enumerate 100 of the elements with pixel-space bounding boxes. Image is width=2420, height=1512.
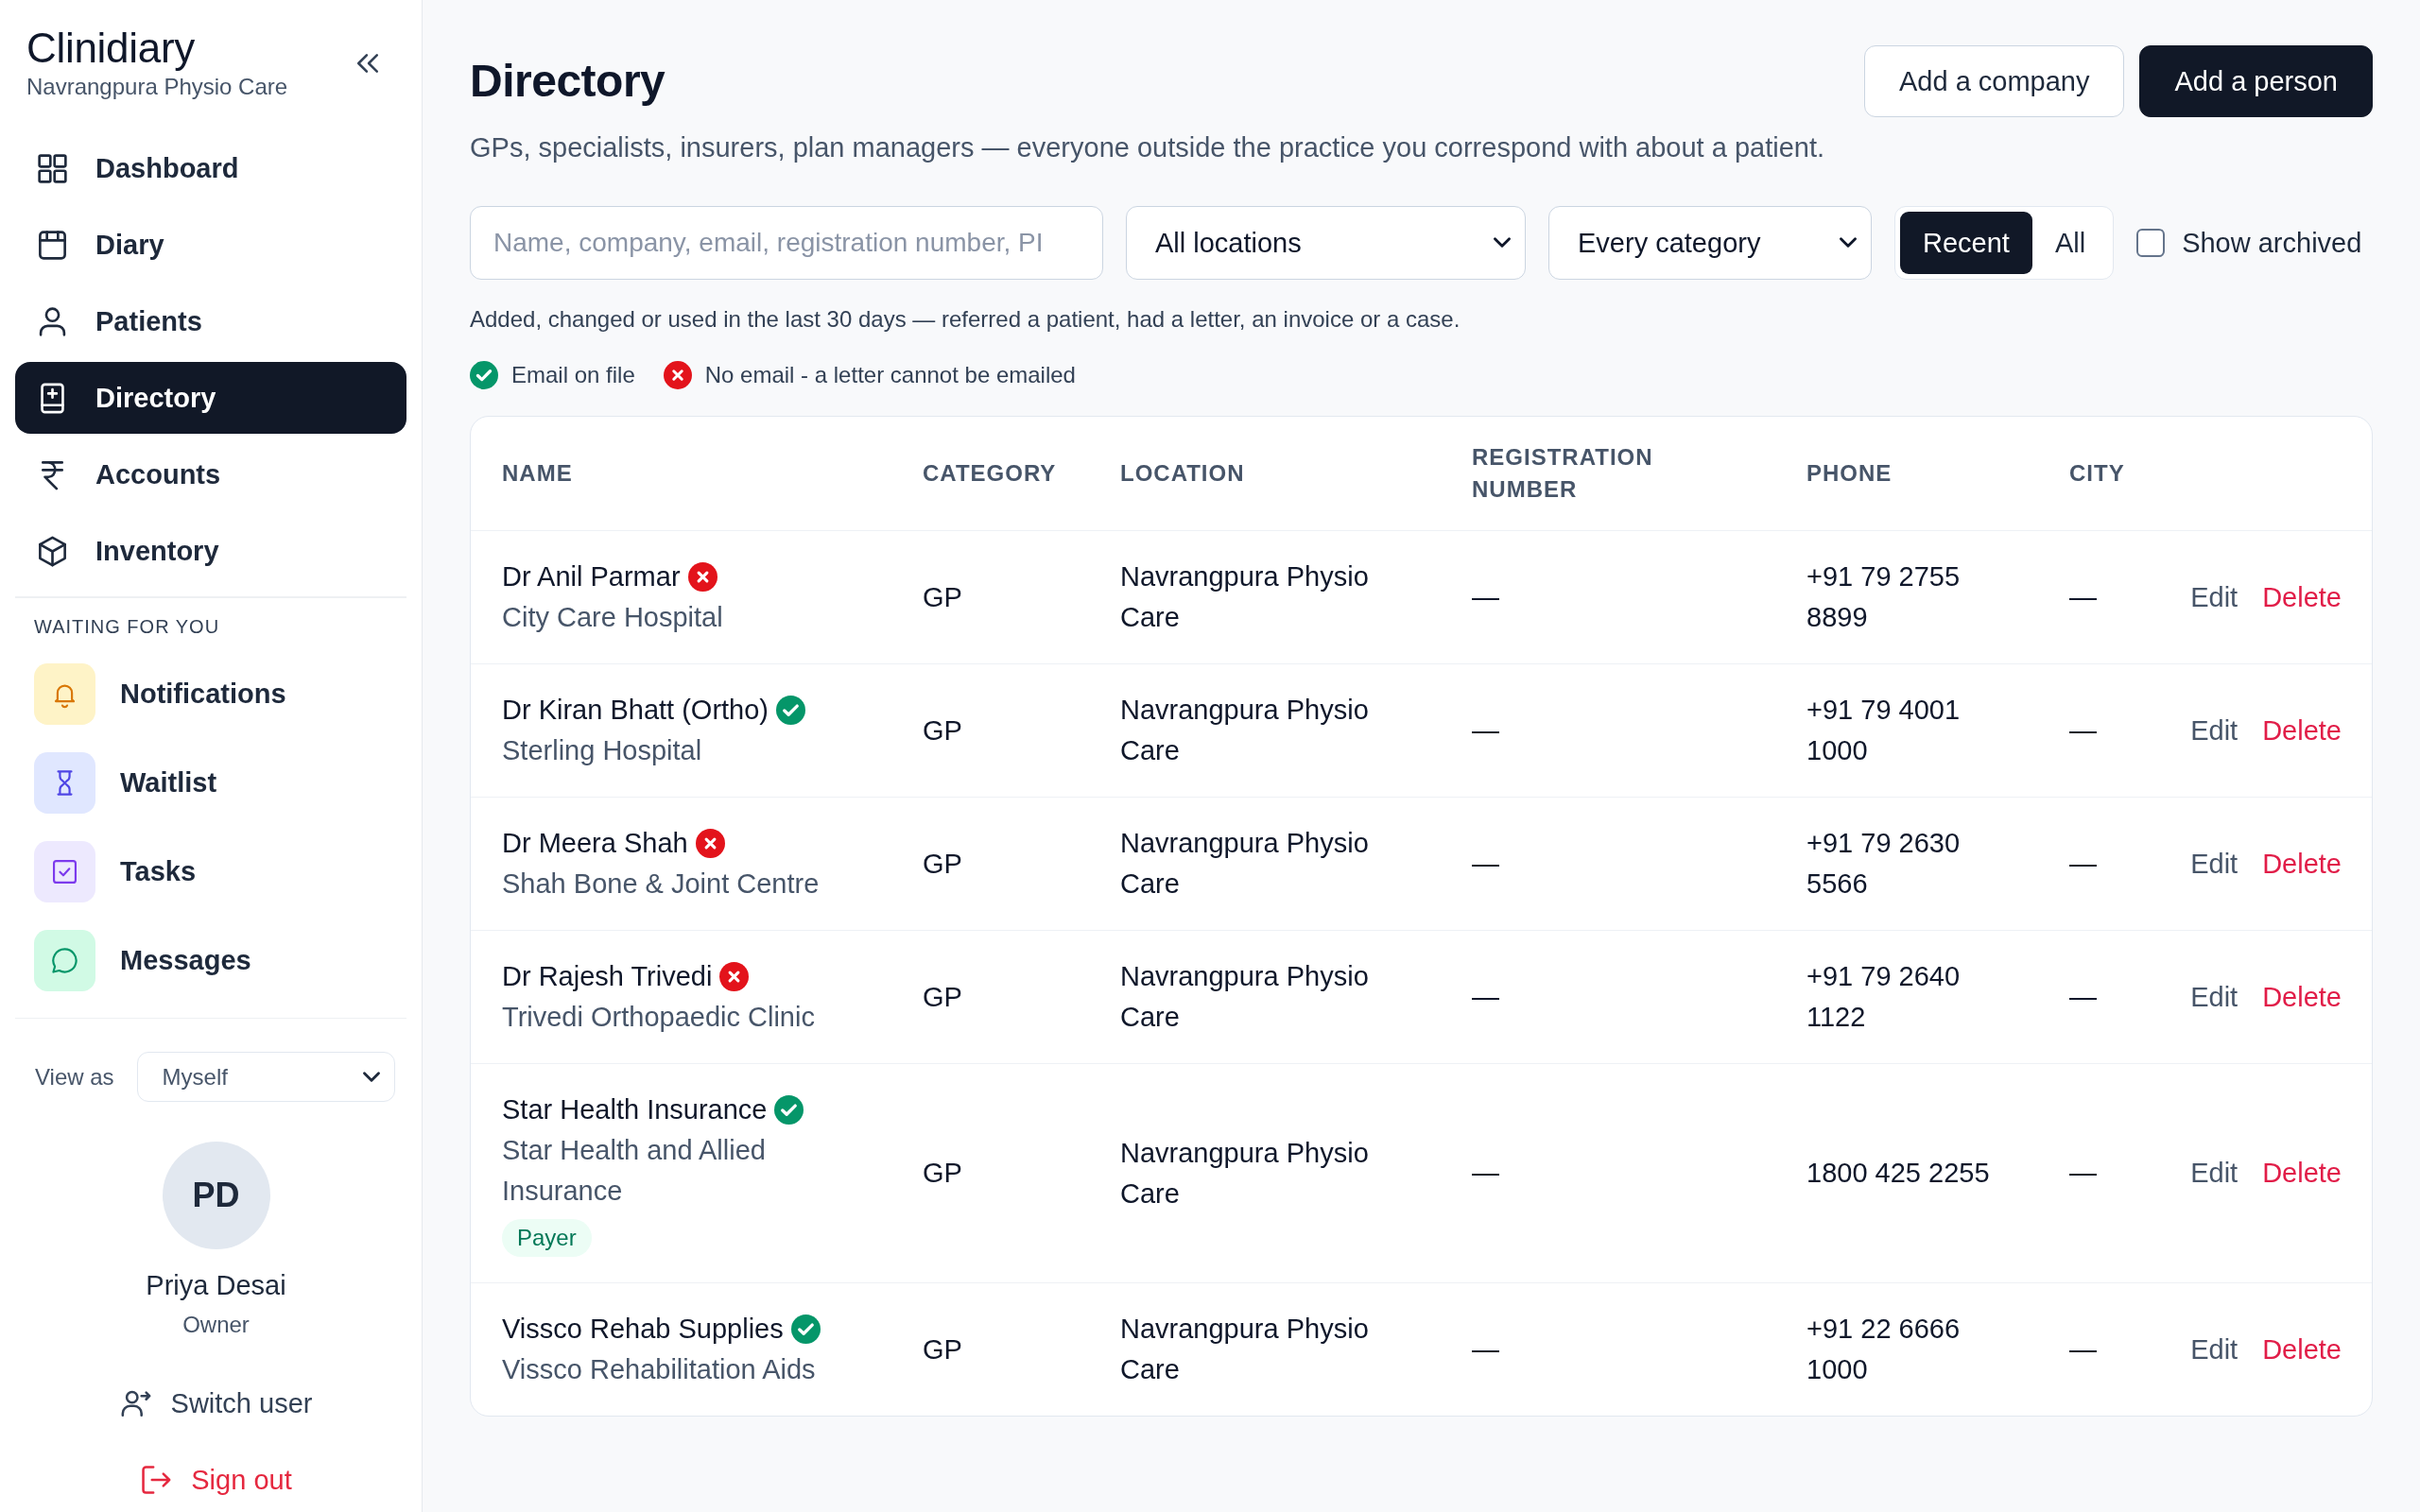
table-cell-text: — [1472, 713, 1499, 747]
table-cell-text: +91 79 4001 1000 [1806, 694, 1962, 767]
column-header: NAME [502, 459, 573, 488]
contact-name: Dr Anil Parmar [502, 560, 681, 593]
view-as-select[interactable]: Myself [136, 1052, 395, 1102]
organisation-name: Vissco Rehabilitation Aids [502, 1353, 816, 1386]
cube-icon [36, 534, 69, 568]
column-header: REGISTRATION NUMBER [1472, 443, 1654, 504]
organisation-name: Trivedi Orthopaedic Clinic [502, 1001, 815, 1034]
user-avatar: PD [162, 1142, 270, 1249]
delete-link[interactable]: Delete [2262, 576, 2342, 618]
nav-item[interactable]: Accounts [15, 438, 406, 510]
table-cell-text: GP [923, 1157, 962, 1190]
table-cell-text: — [1472, 847, 1499, 881]
bell-icon [34, 662, 95, 725]
delete-link[interactable]: Delete [2262, 843, 2342, 885]
calendar-icon [36, 228, 69, 262]
table-cell-text: +91 79 2640 1122 [1806, 960, 1962, 1034]
user-role: Owner [182, 1311, 250, 1339]
scope-toggle[interactable]: All [2031, 212, 2109, 274]
table-cell-text: +91 79 2755 8899 [1806, 560, 1962, 634]
edit-link[interactable]: Edit [2190, 576, 2238, 618]
organisation-name: Star Health and Allied Insurance [502, 1134, 767, 1208]
double-chevron-left-icon[interactable] [355, 51, 380, 76]
nav-item[interactable]: Diary [15, 209, 406, 281]
search-field[interactable]: Name, company, email, registration number, PI [470, 206, 1103, 280]
table-cell-text: Navrangpura Physio Care [1120, 827, 1370, 901]
checkbox-icon [34, 840, 95, 902]
switch-user-button[interactable]: Switch user [119, 1384, 313, 1422]
column-header: PHONE [1806, 459, 1893, 488]
table-cell-text: — [2069, 580, 2097, 614]
legend-label: Email on file [511, 361, 635, 389]
contact-name: Star Health Insurance [502, 1093, 768, 1126]
section-heading: WAITING FOR YOU [33, 614, 221, 639]
edit-link[interactable]: Edit [2190, 976, 2238, 1018]
page-title: Directory [470, 55, 666, 108]
table-cell-text: GP [923, 1332, 962, 1366]
show-archived-label[interactable]: Show archived [2182, 227, 2362, 259]
filter-hint: Added, changed or used in the last 30 days — referred a patient, had a letter, an invoice or a case. [470, 305, 1461, 334]
table-cell-text: — [2069, 713, 2097, 747]
table-cell-text: Navrangpura Physio Care [1120, 1313, 1370, 1386]
column-header: CATEGORY [923, 459, 1057, 488]
add-person-button[interactable]: Add a person [2139, 45, 2373, 117]
contact-name: Dr Meera Shah [502, 827, 688, 860]
table-cell-text: — [1472, 580, 1499, 614]
delete-link[interactable]: Delete [2262, 976, 2342, 1018]
waiting-item[interactable]: Tasks [15, 840, 406, 902]
table-cell-text: — [1472, 980, 1499, 1014]
contact-name: Dr Kiran Bhatt (Ortho) [502, 694, 769, 727]
location-select[interactable]: All locations [1126, 206, 1526, 280]
nav-item[interactable]: Dashboard [15, 132, 406, 204]
table-cell-text: GP [923, 980, 962, 1014]
sign-out-button[interactable]: Sign out [140, 1461, 292, 1499]
table-cell-text: — [2069, 1332, 2097, 1366]
nav-item[interactable]: Inventory [15, 515, 406, 587]
grid-icon [36, 151, 69, 185]
table-cell-text: Navrangpura Physio Care [1120, 694, 1370, 767]
organisation-name: Shah Bone & Joint Centre [502, 868, 820, 901]
table-cell-text: — [1472, 1332, 1499, 1366]
table-cell-text: GP [923, 713, 962, 747]
table-cell-text: Navrangpura Physio Care [1120, 1136, 1370, 1211]
add-company-button[interactable]: Add a company [1863, 45, 2125, 117]
view-as-label: View as [35, 1062, 114, 1091]
waiting-item[interactable]: Notifications [15, 662, 406, 725]
organisation-name: Sterling Hospital [502, 734, 702, 767]
checkbox[interactable] [2136, 229, 2166, 257]
category-select[interactable]: Every category [1548, 206, 1872, 280]
nav-item[interactable]: Directory [15, 362, 406, 434]
table-cell-text: — [2069, 980, 2097, 1014]
delete-link[interactable]: Delete [2262, 710, 2342, 751]
legend-label: No email - a letter cannot be emailed [704, 361, 1076, 389]
delete-link[interactable]: Delete [2262, 1153, 2342, 1194]
table-cell-text: Navrangpura Physio Care [1120, 560, 1370, 634]
hourglass-icon [34, 751, 95, 814]
practice-name: Navrangpura Physio Care [26, 73, 288, 101]
column-header: LOCATION [1120, 459, 1245, 488]
contact-name: Dr Rajesh Trivedi [502, 960, 713, 993]
organisation-name: City Care Hospital [502, 601, 723, 634]
edit-link[interactable]: Edit [2190, 1153, 2238, 1194]
table-cell-text: 1800 425 2255 [1806, 1157, 1990, 1190]
user-name: Priya Desai [146, 1269, 286, 1302]
scope-toggle[interactable]: Recent [1900, 212, 2032, 274]
speech-bubble-icon [34, 929, 95, 991]
delete-link[interactable]: Delete [2262, 1329, 2342, 1370]
waiting-item[interactable]: Waitlist [15, 751, 406, 814]
edit-link[interactable]: Edit [2190, 843, 2238, 885]
waiting-item[interactable]: Messages [15, 929, 406, 991]
nav-item[interactable]: Patients [15, 285, 406, 357]
edit-link[interactable]: Edit [2190, 710, 2238, 751]
table-cell-text: GP [923, 847, 962, 881]
column-header: CITY [2069, 459, 2125, 488]
table-cell-text: — [2069, 1157, 2097, 1190]
page-description: GPs, specialists, insurers, plan managers — everyone outside the practice you correspond with about a patient. [470, 131, 1826, 164]
category-tag: Payer [502, 1219, 592, 1257]
table-cell-text: +91 79 2630 5566 [1806, 827, 1962, 901]
contact-name: Vissco Rehab Supplies [502, 1313, 784, 1346]
app-logo: Clinidiary [26, 25, 196, 72]
edit-link[interactable]: Edit [2190, 1329, 2238, 1370]
table-cell-text: — [2069, 847, 2097, 881]
table-cell-text: +91 22 6666 1000 [1806, 1313, 1962, 1386]
